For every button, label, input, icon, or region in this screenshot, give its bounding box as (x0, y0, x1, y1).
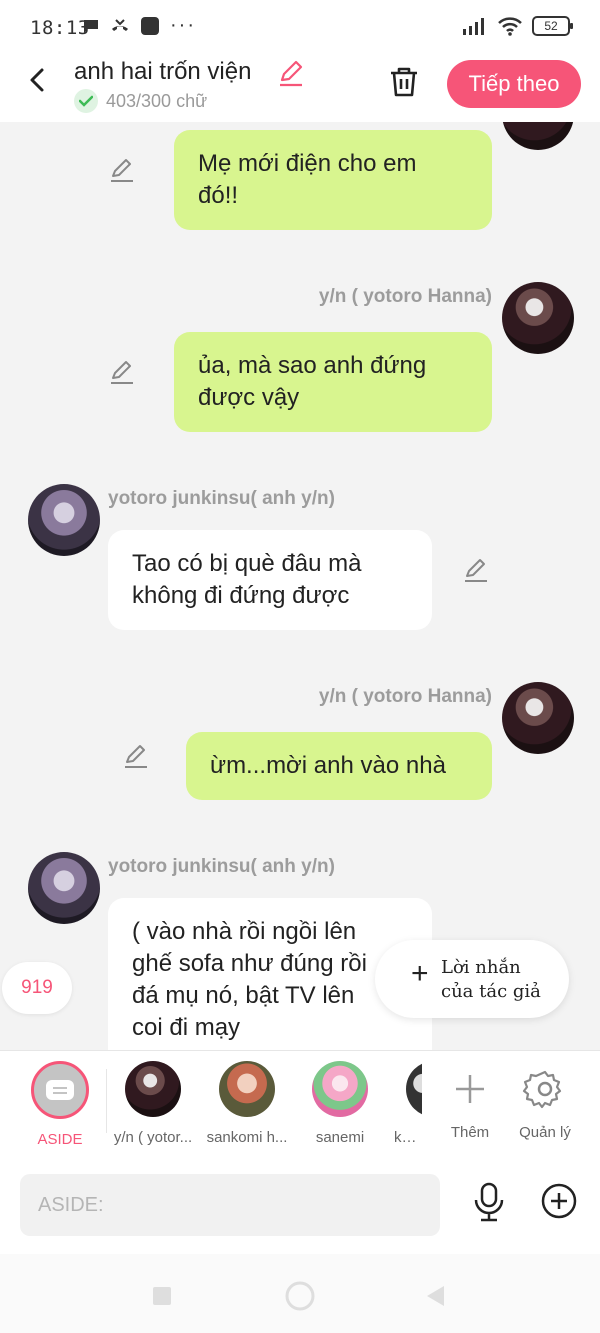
avatar[interactable] (502, 282, 574, 354)
sender-name: y/n ( yotoro Hanna) (318, 686, 492, 707)
character-avatar (125, 1061, 181, 1117)
story-title: anh hai trốn viện (74, 58, 252, 85)
avatar[interactable] (28, 484, 100, 556)
message-bubble[interactable]: ừm...mời anh vào nhà (186, 732, 492, 800)
aside-avatar (31, 1061, 89, 1119)
add-media-icon[interactable] (540, 1182, 578, 1220)
edit-message-icon[interactable] (462, 556, 490, 584)
next-button[interactable]: Tiếp theo (447, 60, 581, 108)
edit-title-icon[interactable] (276, 58, 306, 88)
author-note-button[interactable]: + Lời nhắn của tác giả (375, 940, 569, 1018)
system-nav-bar (0, 1254, 600, 1333)
battery-icon: 52 (532, 16, 573, 36)
character-bar: ASIDE y/n ( yotor... sankomi h... sanemi… (0, 1050, 600, 1159)
gear-icon (522, 1070, 562, 1109)
word-count: 403/300 chữ (74, 89, 207, 113)
more-notifications-icon: ··· (170, 14, 196, 36)
status-bar: 18:13 ··· 52 (0, 0, 600, 56)
chapter-count-badge[interactable]: 919 (2, 962, 72, 1014)
trash-icon[interactable] (386, 64, 422, 100)
signal-icon (463, 18, 484, 35)
character-item[interactable]: sanemi (295, 1061, 385, 1146)
home-icon[interactable] (284, 1280, 316, 1312)
word-count-text: 403/300 chữ (106, 90, 208, 111)
microphone-icon[interactable] (470, 1182, 508, 1222)
message-bubble[interactable]: Mẹ mới điện cho em đó!! (174, 130, 492, 230)
character-avatar (219, 1061, 275, 1117)
edit-message-icon[interactable] (122, 742, 150, 770)
divider (106, 1069, 107, 1133)
check-icon (74, 89, 98, 113)
character-item[interactable]: sankomi h... (202, 1061, 292, 1146)
status-time: 18:13 (30, 17, 90, 39)
character-item[interactable]: y/n ( yotor... (108, 1061, 198, 1146)
avatar[interactable] (28, 852, 100, 924)
message-icon (84, 19, 98, 33)
back-icon[interactable] (24, 66, 52, 94)
sender-name: y/n ( yotoro Hanna) (318, 286, 492, 307)
avatar[interactable] (502, 682, 574, 754)
character-avatar (312, 1061, 368, 1117)
edit-message-icon[interactable] (108, 358, 136, 386)
character-item[interactable]: kata (374, 1061, 422, 1146)
manage-characters-button[interactable]: Quản lý (500, 1061, 590, 1141)
character-avatar (406, 1061, 422, 1117)
chat-area[interactable]: Mẹ mới điện cho em đó!! y/n ( yotoro Han… (0, 122, 600, 1050)
sender-name: yotoro junkinsu( anh y/n) (108, 488, 335, 509)
avatar[interactable] (502, 122, 574, 150)
plus-icon: + (411, 957, 429, 990)
recent-apps-icon[interactable] (150, 1284, 174, 1308)
message-bubble[interactable]: Tao có bị què đâu mà không đi đứng được (108, 530, 432, 630)
character-aside[interactable]: ASIDE (15, 1061, 105, 1148)
chat-bubble-icon (46, 1080, 74, 1100)
back-nav-icon[interactable] (424, 1284, 448, 1308)
plus-icon (456, 1075, 484, 1103)
missed-call-icon (112, 18, 128, 31)
sender-name: yotoro junkinsu( anh y/n) (108, 856, 335, 877)
message-bubble[interactable]: ủa, mà sao anh đứng được vậy (174, 332, 492, 432)
edit-message-icon[interactable] (108, 156, 136, 184)
composer (0, 1158, 600, 1254)
wifi-icon (498, 17, 522, 36)
message-input[interactable] (20, 1174, 440, 1236)
app-icon (141, 16, 159, 35)
story-header: anh hai trốn viện 403/300 chữ Tiếp theo (0, 56, 600, 122)
